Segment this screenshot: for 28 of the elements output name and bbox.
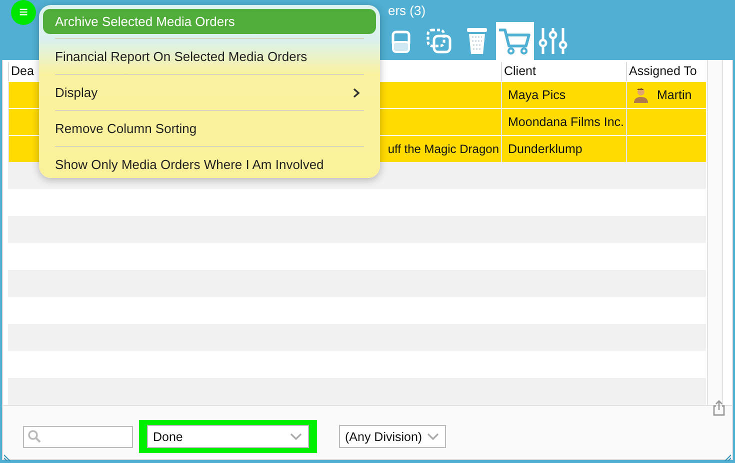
cell-text: uff the Magic Dragon: [388, 142, 499, 156]
search-icon: [28, 430, 41, 443]
chevron-down-icon: [427, 432, 439, 440]
search-field[interactable]: [23, 426, 133, 448]
cell-text: Dunderklump: [508, 142, 582, 156]
column-header[interactable]: Dea: [11, 64, 34, 78]
menu-item[interactable]: Display: [43, 75, 376, 110]
person-icon: [633, 87, 649, 103]
cell-text: Maya Pics: [508, 88, 566, 102]
cell-text: Moondana Films Inc.: [508, 115, 624, 129]
sliders-icon[interactable]: [538, 27, 568, 55]
resize-grip-icon[interactable]: [4, 453, 12, 461]
status-dropdown[interactable]: Done: [147, 425, 309, 448]
menu-item[interactable]: Remove Column Sorting: [43, 111, 376, 146]
resize-grip-icon[interactable]: [723, 453, 731, 461]
trash-icon[interactable]: [466, 27, 488, 55]
window-title: ers (3): [388, 2, 426, 18]
menu-item[interactable]: Show Only Media Orders Where I Am Involved: [43, 147, 376, 182]
assignee-name: Martin: [657, 88, 692, 102]
division-dropdown[interactable]: (Any Division): [339, 425, 446, 448]
copy-icon[interactable]: [426, 28, 452, 54]
menu-item[interactable]: Financial Report On Selected Media Orders: [43, 39, 376, 74]
chevron-down-icon: [290, 432, 302, 440]
column-header[interactable]: Assigned To: [629, 64, 697, 78]
share-icon[interactable]: [712, 400, 726, 416]
scrollbar[interactable]: [707, 60, 723, 405]
column-header[interactable]: Client: [504, 64, 536, 78]
cart-icon[interactable]: [499, 27, 531, 55]
